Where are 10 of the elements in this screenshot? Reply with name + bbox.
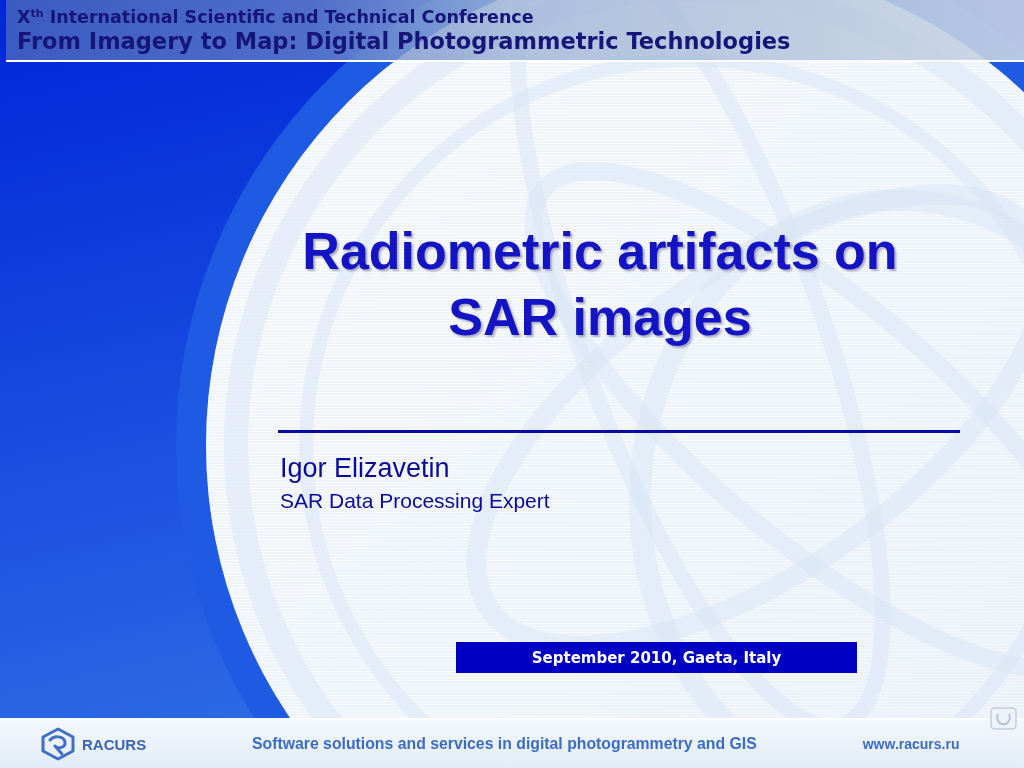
event-title: From Imagery to Map: Digital Photogrammetric Technologies	[17, 28, 792, 55]
website-url: www.racurs.ru	[862, 736, 960, 752]
logo-wordmark: RACURS	[82, 735, 147, 753]
logo-icon	[40, 727, 76, 761]
conference-title: X$^{th}$ International Scientific and Technical Conference	[17, 6, 535, 28]
footer-tagline: Software solutions and services in digital photogrammetry and GIS	[252, 735, 757, 753]
author-name: Igor Elizavetin	[280, 452, 450, 484]
date-banner: September 2010, Gaeta, Italy	[456, 642, 857, 673]
author-role: SAR Data Processing Expert	[280, 488, 550, 514]
slide-title: Radiometric artifacts on SAR images	[301, 221, 899, 348]
